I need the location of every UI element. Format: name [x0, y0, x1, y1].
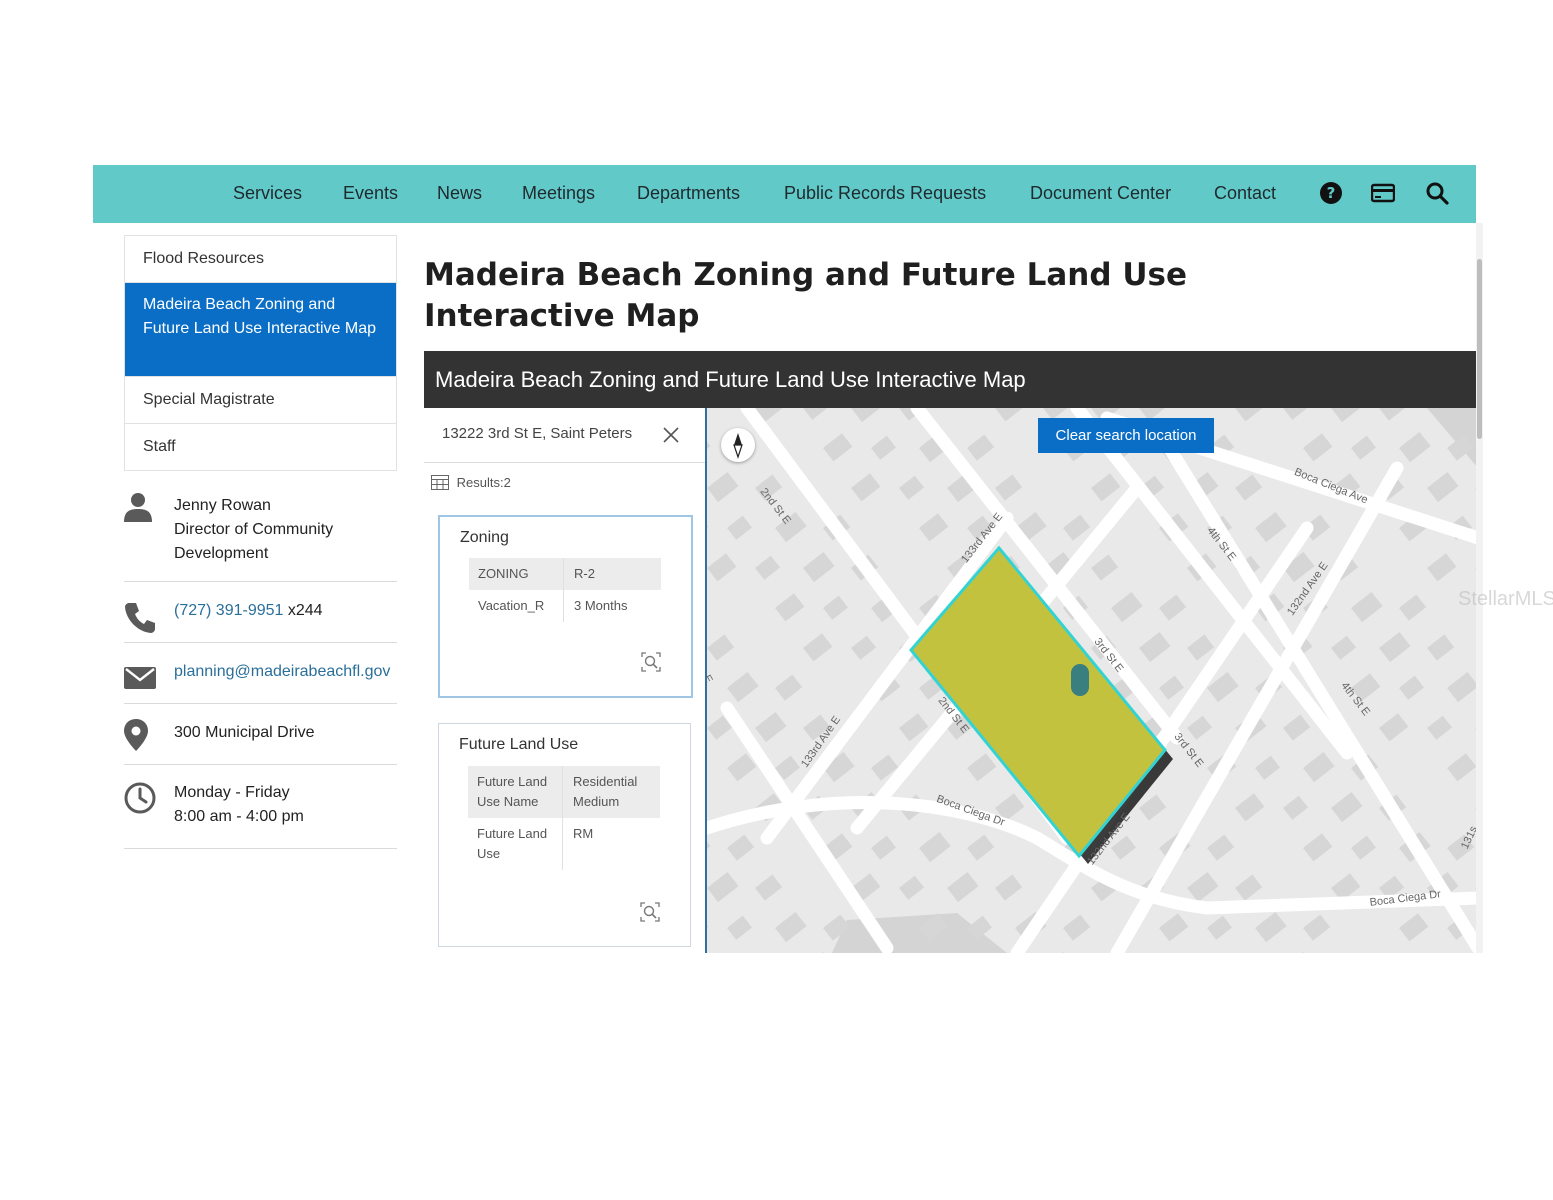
sidebar-item-flood-resources[interactable]: Flood Resources — [125, 235, 396, 282]
zoom-to-icon[interactable] — [640, 902, 660, 922]
top-navigation: Services Events News Meetings Department… — [93, 165, 1476, 223]
sidebar-menu: Flood Resources Madeira Beach Zoning and… — [124, 235, 397, 471]
card-title: Future Land Use — [459, 736, 579, 753]
person-icon — [124, 493, 152, 522]
location-pin[interactable] — [1071, 664, 1089, 696]
result-card-future-land-use[interactable]: Future Land Use Future Land Use Name Res… — [438, 723, 691, 947]
attribute-table: ZONING R-2 Vacation_R 3 Months — [469, 558, 661, 622]
nav-contact[interactable]: Contact — [1214, 183, 1276, 204]
phone-extension: x244 — [287, 602, 323, 619]
search-value[interactable]: 13222 3rd St E, Saint Peters — [442, 425, 632, 442]
contact-hours: Monday - Friday 8:00 am - 4:00 pm — [124, 764, 397, 849]
results-panel: 13222 3rd St E, Saint Peters Results:2 Z… — [424, 408, 705, 953]
sidebar: Flood Resources Madeira Beach Zoning and… — [124, 223, 397, 849]
clear-search-location-button[interactable]: Clear search location — [1038, 418, 1214, 453]
compass-icon — [733, 433, 743, 459]
nav-events[interactable]: Events — [343, 183, 398, 204]
close-icon[interactable] — [662, 426, 680, 444]
nav-document-center[interactable]: Document Center — [1030, 183, 1171, 204]
svg-text:?: ? — [1327, 184, 1336, 202]
nav-services[interactable]: Services — [233, 183, 302, 204]
result-card-zoning[interactable]: Zoning ZONING R-2 Vacation_R 3 Months — [438, 515, 693, 698]
nav-departments[interactable]: Departments — [637, 183, 740, 204]
attribute-key: ZONING — [469, 558, 564, 590]
contact-name: Jenny Rowan — [174, 497, 271, 514]
attribute-value: Residential Medium — [573, 774, 638, 809]
hours-days: Monday - Friday — [174, 784, 290, 801]
results-label: Results:2 — [456, 475, 511, 490]
sidebar-item-staff[interactable]: Staff — [125, 423, 396, 470]
help-icon[interactable]: ? — [1319, 181, 1343, 205]
map-canvas[interactable]: Boca Ciega Ave 2nd St E 133rd Ave E 4th … — [705, 408, 1478, 953]
page-title: Madeira Beach Zoning and Future Land Use… — [424, 257, 1187, 334]
website-screenshot: Services Events News Meetings Department… — [93, 165, 1483, 953]
watermark: StellarMLS — [1458, 588, 1553, 610]
map-app-header: Madeira Beach Zoning and Future Land Use… — [424, 351, 1476, 408]
attribute-key: Future Land Use Name — [468, 766, 563, 818]
search-field[interactable]: 13222 3rd St E, Saint Peters — [424, 408, 705, 463]
contact-email: planning@madeirabeachfl.gov — [124, 642, 397, 704]
contact-person: Jenny Rowan Director of Community Develo… — [124, 485, 397, 582]
email-icon — [124, 667, 156, 689]
clock-icon — [124, 782, 156, 814]
results-count: Results:2 — [431, 475, 511, 490]
hours-time: 8:00 am - 4:00 pm — [174, 808, 304, 825]
attribute-table: Future Land Use Name Residential Medium … — [468, 766, 660, 870]
payment-card-icon[interactable] — [1371, 181, 1395, 205]
zoom-to-icon[interactable] — [641, 652, 661, 672]
sidebar-item-special-magistrate[interactable]: Special Magistrate — [125, 376, 396, 423]
attribute-key: Future Land Use — [468, 818, 563, 870]
table-row: Future Land Use Name Residential Medium — [468, 766, 660, 818]
table-icon[interactable] — [431, 475, 449, 490]
nav-public-records-requests[interactable]: Public Records Requests — [784, 183, 986, 204]
attribute-key: Vacation_R — [469, 590, 564, 622]
contact-phone: (727) 391-9951 x244 — [124, 581, 397, 643]
table-row: ZONING R-2 — [469, 558, 661, 590]
attribute-value: R-2 — [574, 566, 595, 581]
search-icon[interactable] — [1425, 181, 1449, 205]
table-row: Future Land Use RM — [468, 818, 660, 870]
contact-address: 300 Municipal Drive — [124, 703, 397, 765]
map-pin-icon — [124, 719, 148, 751]
table-row: Vacation_R 3 Months — [469, 590, 661, 622]
email-link[interactable]: planning@madeirabeachfl.gov — [174, 663, 390, 680]
nav-news[interactable]: News — [437, 183, 482, 204]
nav-meetings[interactable]: Meetings — [522, 183, 595, 204]
phone-icon — [125, 603, 155, 633]
contact-title: Director of Community Development — [174, 521, 334, 562]
phone-link[interactable]: (727) 391-9951 — [174, 602, 283, 619]
attribute-value: 3 Months — [574, 598, 628, 613]
sidebar-item-zoning-map[interactable]: Madeira Beach Zoning and Future Land Use… — [125, 282, 396, 376]
map-basemap — [707, 408, 1478, 953]
scrollbar-thumb[interactable] — [1477, 259, 1482, 439]
card-title: Zoning — [460, 529, 509, 546]
compass-button[interactable] — [721, 428, 755, 462]
attribute-value: RM — [573, 826, 594, 841]
address-text: 300 Municipal Drive — [174, 724, 315, 741]
